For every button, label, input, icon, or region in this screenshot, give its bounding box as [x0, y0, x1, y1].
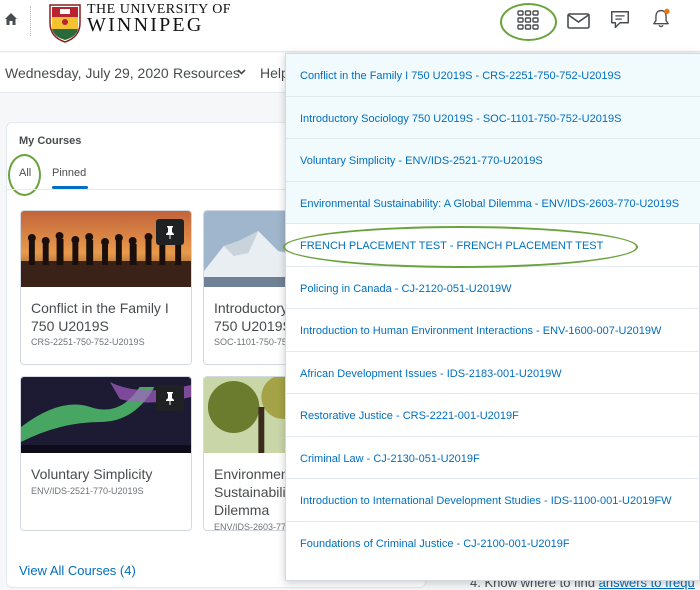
nav-date: Wednesday, July 29, 2020: [5, 65, 169, 81]
view-all-courses-link[interactable]: View All Courses (4): [19, 563, 136, 578]
course-selector-dropdown: Conflict in the Family I 750 U2019S - CR…: [285, 53, 700, 581]
course-menu-item[interactable]: Conflict in the Family I 750 U2019S - CR…: [286, 54, 700, 97]
course-menu-item-label: Conflict in the Family I 750 U2019S - CR…: [300, 70, 621, 82]
course-menu-item-label: Introduction to Human Environment Intera…: [300, 325, 662, 337]
course-card-code: ENV/IDS-2521-770-U2019S: [31, 486, 144, 496]
course-menu-item[interactable]: Introductory Sociology 750 U2019S - SOC-…: [286, 96, 700, 139]
pin-icon: [166, 392, 174, 405]
course-menu-item-label: Criminal Law - CJ-2130-051-U2019F: [300, 452, 480, 465]
header-divider: [30, 6, 31, 36]
course-menu-item[interactable]: Restorative Justice - CRS-2221-001-U2019…: [286, 394, 700, 437]
bell-icon[interactable]: [648, 8, 674, 30]
course-menu-item-label: Introductory Sociology 750 U2019S - SOC-…: [300, 112, 622, 125]
course-menu-item[interactable]: Introduction to Human Environment Intera…: [286, 309, 700, 352]
waffle-icon[interactable]: [515, 9, 541, 31]
course-menu-item[interactable]: Policing in Canada - CJ-2120-051-U2019W: [286, 267, 700, 309]
chat-icon[interactable]: [607, 9, 633, 31]
course-menu-item[interactable]: Criminal Law - CJ-2130-051-U2019F: [286, 437, 700, 479]
course-card[interactable]: Conflict in the Family I 750 U2019S CRS-…: [20, 210, 192, 365]
annotation-ring-french-test: [283, 226, 638, 268]
course-menu-item-label: African Development Issues - IDS-2183-00…: [300, 367, 562, 380]
site-header: THE UNIVERSITY OF WINNIPEG: [0, 0, 700, 52]
course-menu-item-label: Restorative Justice - CRS-2221-001-U2019…: [300, 410, 519, 422]
course-menu-item-label: Environmental Sustainability: A Global D…: [300, 197, 680, 210]
course-menu-item-label: Foundations of Criminal Justice - CJ-210…: [300, 537, 570, 550]
pin-button[interactable]: [156, 385, 184, 411]
course-menu-item[interactable]: Environmental Sustainability: A Global D…: [286, 181, 700, 224]
course-menu-item[interactable]: Foundations of Criminal Justice - CJ-210…: [286, 522, 700, 565]
university-name-line2: WINNIPEG: [87, 14, 204, 36]
course-card-code: CRS-2251-750-752-U2019S: [31, 337, 145, 347]
pin-icon: [166, 226, 174, 239]
course-menu-item[interactable]: Voluntary Simplicity - ENV/IDS-2521-770-…: [286, 139, 700, 182]
pin-button[interactable]: [156, 219, 184, 245]
course-menu-item-label: Policing in Canada - CJ-2120-051-U2019W: [300, 282, 512, 295]
course-card-title: Voluntary Simplicity: [31, 466, 153, 482]
mail-icon[interactable]: [566, 10, 592, 32]
university-crest-logo[interactable]: [46, 1, 84, 43]
course-card[interactable]: Voluntary Simplicity ENV/IDS-2521-770-U2…: [20, 376, 192, 531]
chevron-down-icon[interactable]: [237, 69, 246, 75]
course-menu-item-label: Voluntary Simplicity - ENV/IDS-2521-770-…: [300, 155, 543, 167]
course-card-title: Conflict in the Family I 750 U2019S: [31, 300, 169, 334]
course-menu-item-label: Introduction to International Developmen…: [300, 495, 672, 507]
tab-all[interactable]: All: [19, 167, 31, 179]
widget-title: My Courses: [19, 135, 82, 147]
tab-pinned[interactable]: Pinned: [52, 167, 86, 179]
home-icon[interactable]: [4, 12, 18, 26]
course-menu-item[interactable]: African Development Issues - IDS-2183-00…: [286, 352, 700, 394]
nav-resources-menu[interactable]: Resources: [173, 65, 240, 81]
course-menu-item[interactable]: Introduction to International Developmen…: [286, 479, 700, 522]
